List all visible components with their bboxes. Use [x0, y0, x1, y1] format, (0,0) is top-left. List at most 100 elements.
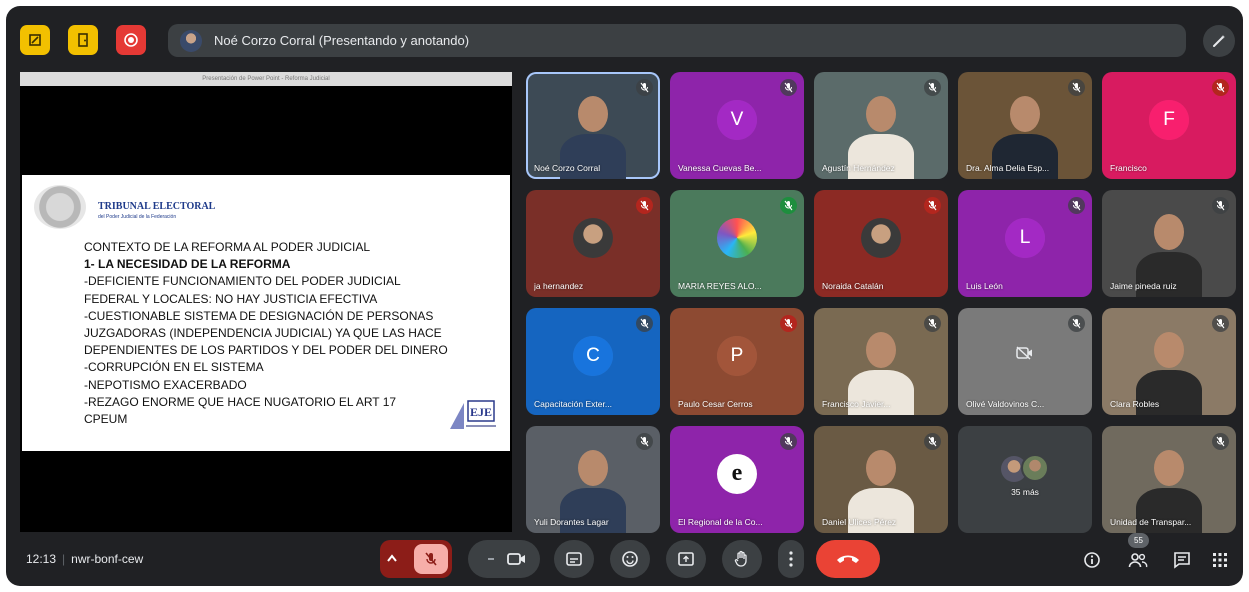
reactions-button[interactable]	[610, 540, 650, 578]
participant-name: Francisco	[1110, 163, 1147, 173]
slide-line: JUZGADORAS (INDEPENDENCIA JUDICIAL) YA Q…	[84, 326, 442, 341]
microphone-control[interactable]	[380, 540, 452, 578]
leave-call-button[interactable]	[816, 540, 880, 578]
participant-tile[interactable]: V Vanessa Cuevas Be...	[670, 72, 804, 179]
svg-text:EJE: EJE	[470, 405, 492, 419]
slide-line: -REZAGO ENORME QUE HACE NUGATORIO EL ART…	[84, 394, 397, 409]
captions-button[interactable]	[554, 540, 594, 578]
apps-grid-icon	[1213, 553, 1227, 567]
participant-name: ja hernandez	[534, 281, 584, 291]
chat-icon	[1174, 552, 1190, 569]
more-participants-label: 35 más	[1011, 487, 1039, 497]
people-button[interactable]	[1126, 548, 1150, 572]
participant-tile[interactable]: 35 más	[958, 426, 1092, 533]
slide-body: CONTEXTO DE LA REFORMA AL PODER JUDICIAL…	[84, 239, 456, 428]
participant-tile[interactable]: L Luis León	[958, 190, 1092, 297]
presentation-slide: TRIBUNAL ELECTORAL del Poder Judicial de…	[22, 175, 510, 451]
participant-tile[interactable]: Olivé Valdovinos C...	[958, 308, 1092, 415]
exit-presentation-button[interactable]	[68, 25, 98, 55]
participant-photo	[717, 217, 757, 258]
mic-muted-icon	[1068, 315, 1085, 332]
participant-name: Unidad de Transpar...	[1110, 517, 1192, 527]
separator: |	[62, 552, 66, 566]
participant-tile[interactable]: Unidad de Transpar...	[1102, 426, 1236, 533]
presenter-banner: Noé Corzo Corral (Presentando y anotando…	[168, 24, 1186, 57]
pen-slash-icon	[29, 34, 41, 46]
participant-name: Agustín Hernández	[822, 163, 895, 173]
participant-tile[interactable]: Daniel Ulices Pérez	[814, 426, 948, 533]
present-screen-button[interactable]	[666, 540, 706, 578]
raise-hand-button[interactable]	[722, 540, 762, 578]
hang-up-icon	[837, 555, 859, 563]
tribunal-title: TRIBUNAL ELECTORAL	[98, 201, 216, 212]
participant-avatar: V	[717, 99, 757, 140]
participant-tile[interactable]: Yuli Dorantes Lagar	[526, 426, 660, 533]
participant-name: Francisco Javier...	[822, 399, 891, 409]
tribunal-subtitle: del Poder Judicial de la Federación	[98, 214, 177, 220]
hand-icon	[734, 550, 747, 567]
participant-tile[interactable]: C Capacitación Exter...	[526, 308, 660, 415]
chat-button[interactable]	[1170, 548, 1194, 572]
participant-tile[interactable]: Agustín Hernández	[814, 72, 948, 179]
participant-name: Noé Corzo Corral	[534, 163, 601, 173]
participant-name: Noraida Catalán	[822, 281, 884, 291]
meeting-code: nwr-bonf-cew	[71, 552, 144, 566]
more-options-button[interactable]	[778, 540, 804, 578]
annotation-pen-button[interactable]	[1203, 25, 1235, 57]
participant-tile[interactable]: e El Regional de la Co...	[670, 426, 804, 533]
meeting-details-button[interactable]	[1080, 548, 1104, 572]
mic-muted-icon	[1212, 197, 1229, 214]
present-icon	[678, 552, 694, 566]
eje-logo: EJE	[446, 395, 500, 435]
participant-name: MARIA REYES ALO...	[678, 281, 762, 291]
participant-name: Yuli Dorantes Lagar	[534, 517, 609, 527]
slide-line: CONTEXTO DE LA REFORMA AL PODER JUDICIAL	[84, 240, 371, 254]
mic-off-button[interactable]	[414, 544, 448, 574]
mic-muted-icon	[1212, 315, 1229, 332]
more-vertical-icon	[789, 551, 793, 567]
slide-line: -CORRUPCIÓN EN EL SISTEMA	[84, 360, 264, 375]
camera-control[interactable]	[468, 540, 540, 578]
regional-logo: e	[717, 453, 757, 494]
clock-time: 12:13	[26, 552, 57, 566]
participant-name: Paulo Cesar Cerros	[678, 399, 753, 409]
participant-tile[interactable]: Clara Robles	[1102, 308, 1236, 415]
participant-avatar: P	[717, 335, 757, 376]
participant-name: El Regional de la Co...	[678, 517, 763, 527]
meeting-info: 12:13 | nwr-bonf-cew	[26, 552, 143, 566]
slide-line: FEDERAL Y LOCALES: NO HAY JUSTICIA EFECT…	[84, 291, 378, 306]
participant-tile[interactable]: ja hernandez	[526, 190, 660, 297]
slide-line: -NEPOTISMO EXACERBADO	[84, 377, 247, 392]
activities-button[interactable]	[1208, 548, 1232, 572]
mic-muted-icon	[780, 315, 797, 332]
participant-tile[interactable]: Jaime pineda ruiz	[1102, 190, 1236, 297]
stop-annotation-button[interactable]	[20, 25, 50, 55]
mic-muted-icon	[1212, 79, 1229, 96]
participant-tile[interactable]: Noraida Catalán	[814, 190, 948, 297]
mic-muted-icon	[1212, 433, 1229, 450]
participant-tile[interactable]: F Francisco	[1102, 72, 1236, 179]
slide-line: DEPENDIENTES DE LOS PARTIDOS Y DEL PODER…	[84, 343, 448, 358]
slide-line: 1- LA NECESIDAD DE LA REFORMA	[84, 257, 291, 272]
participant-avatar: F	[1149, 99, 1189, 140]
recording-button[interactable]	[116, 25, 146, 55]
captions-icon	[566, 552, 582, 566]
participant-name: Clara Robles	[1110, 399, 1160, 409]
chevron-up-icon	[488, 558, 494, 560]
info-icon	[1084, 552, 1100, 568]
participant-tile[interactable]: Dra. Alma Delia Esp...	[958, 72, 1092, 179]
bottom-bar: 12:13 | nwr-bonf-cew 55	[6, 530, 1243, 586]
mexico-seal-logo	[34, 185, 86, 229]
slide-line: -CUESTIONABLE SISTEMA DE DESIGNACIÓN DE …	[84, 308, 434, 323]
mic-muted-icon	[636, 197, 653, 214]
mic-muted-icon	[924, 315, 941, 332]
shared-screen: Presentación de Power Point - Reforma Ju…	[20, 72, 512, 532]
participant-avatar: C	[573, 335, 613, 376]
meet-window: Noé Corzo Corral (Presentando y anotando…	[6, 6, 1243, 586]
door-icon	[78, 33, 88, 47]
participant-tile[interactable]: MARIA REYES ALO...	[670, 190, 804, 297]
chevron-up-icon	[387, 554, 397, 562]
participant-tile[interactable]: P Paulo Cesar Cerros	[670, 308, 804, 415]
participant-tile[interactable]: Francisco Javier...	[814, 308, 948, 415]
participant-tile[interactable]: Noé Corzo Corral	[526, 72, 660, 179]
